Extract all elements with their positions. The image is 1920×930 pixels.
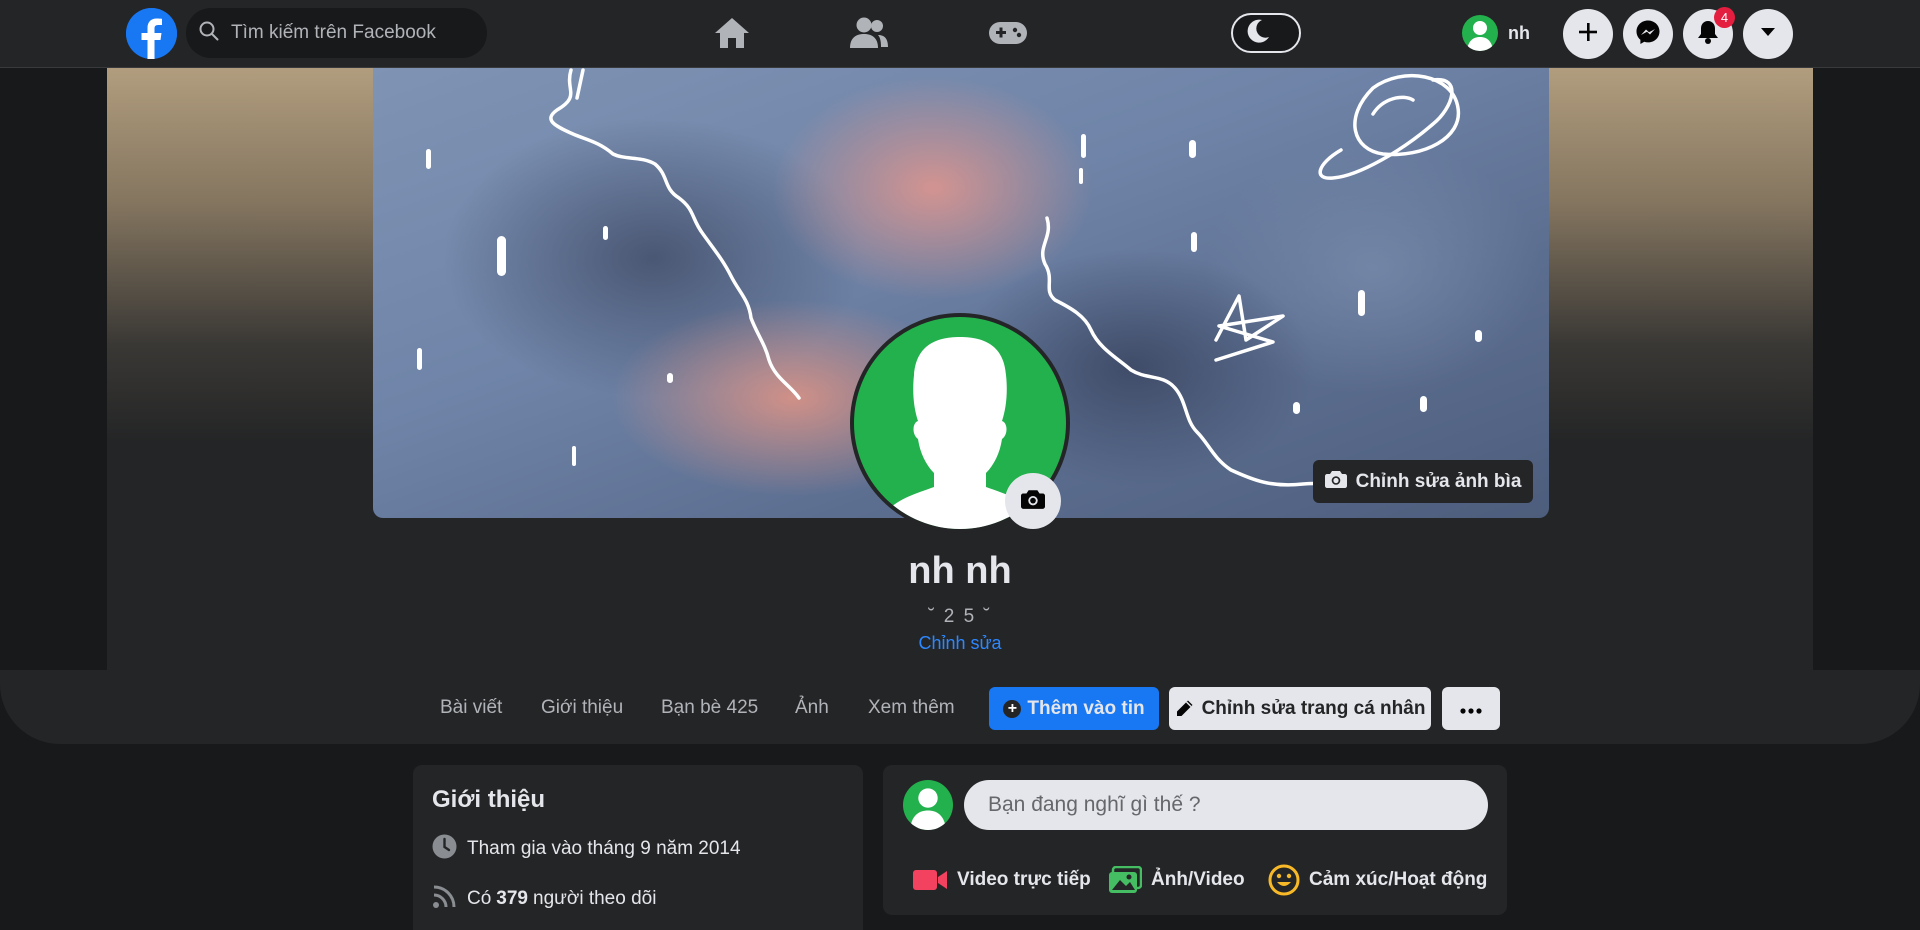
notification-badge: 4 xyxy=(1714,7,1735,28)
top-navigation-bar: nh 4 xyxy=(0,0,1920,68)
edit-cover-photo-label: Chỉnh sửa ảnh bìa xyxy=(1355,470,1522,492)
profile-shortcut-name: nh xyxy=(1508,22,1530,43)
post-composer-input[interactable] xyxy=(964,780,1488,830)
intro-followers-row[interactable]: Có 379 người theo dõi xyxy=(432,885,656,913)
camera-icon xyxy=(1324,470,1356,494)
clock-icon xyxy=(432,834,467,865)
add-to-story-button[interactable]: + Thêm vào tin xyxy=(989,687,1159,730)
followers-suffix: người theo dõi xyxy=(533,888,657,909)
update-profile-picture-button[interactable] xyxy=(1005,473,1061,529)
notifications-button[interactable]: 4 xyxy=(1683,7,1735,59)
pencil-icon xyxy=(1175,699,1194,718)
profile-shortcut[interactable]: nh xyxy=(1462,13,1530,53)
intro-title: Giới thiệu xyxy=(432,786,546,813)
camera-icon xyxy=(1021,489,1045,514)
messenger-button[interactable] xyxy=(1623,9,1673,59)
video-camera-icon xyxy=(912,867,957,893)
add-to-story-label: Thêm vào tin xyxy=(1027,697,1145,719)
friends-icon[interactable] xyxy=(847,12,891,54)
caret-down-icon xyxy=(1759,25,1777,43)
rss-icon xyxy=(432,884,467,915)
edit-bio-link[interactable]: Chỉnh sửa xyxy=(760,633,1160,654)
intro-joined-row: Tham gia vào tháng 9 năm 2014 xyxy=(432,834,741,865)
dark-mode-toggle[interactable] xyxy=(1231,13,1301,53)
followers-count: 379 xyxy=(496,888,528,909)
tab-about[interactable]: Giới thiệu xyxy=(541,697,623,719)
intro-joined-text: Tham gia vào tháng 9 năm 2014 xyxy=(467,838,741,859)
more-dots-icon xyxy=(1460,698,1482,720)
avatar[interactable] xyxy=(903,780,953,830)
profile-name: nh nh xyxy=(908,550,1012,592)
create-button[interactable] xyxy=(1563,9,1613,59)
more-options-button[interactable] xyxy=(1442,687,1500,730)
tab-posts[interactable]: Bài viết xyxy=(440,697,502,719)
profile-tab-bar xyxy=(0,670,1920,744)
smiley-icon xyxy=(1268,864,1309,896)
tab-photos[interactable]: Ảnh xyxy=(795,697,829,719)
photo-gallery-icon xyxy=(1108,866,1151,894)
avatar xyxy=(1462,15,1498,51)
facebook-logo-icon[interactable] xyxy=(126,8,177,59)
plus-circle-icon: + xyxy=(1003,699,1022,718)
messenger-icon xyxy=(1635,19,1661,50)
feeling-activity-button[interactable]: Cảm xúc/Hoạt động xyxy=(1268,862,1487,898)
tab-friends[interactable]: Bạn bè 425 xyxy=(661,697,758,719)
search-input[interactable] xyxy=(231,22,481,44)
live-video-label: Video trực tiếp xyxy=(957,869,1091,890)
followers-prefix: Có xyxy=(467,888,492,909)
photo-video-button[interactable]: Ảnh/Video xyxy=(1108,862,1245,898)
gaming-icon[interactable] xyxy=(986,12,1030,54)
photo-video-label: Ảnh/Video xyxy=(1151,869,1245,890)
edit-cover-photo-button[interactable]: Chỉnh sửa ảnh bìa xyxy=(1313,460,1533,503)
search-icon xyxy=(199,21,219,46)
edit-profile-label: Chỉnh sửa trang cá nhân xyxy=(1201,697,1426,719)
profile-bio: ˘ 2 5 ˘ xyxy=(928,606,992,627)
moon-icon xyxy=(1245,18,1271,49)
home-icon[interactable] xyxy=(710,12,754,54)
tab-more[interactable]: Xem thêm xyxy=(868,697,955,719)
account-menu-button[interactable] xyxy=(1743,9,1793,59)
plus-icon xyxy=(1577,21,1599,48)
live-video-button[interactable]: Video trực tiếp xyxy=(912,862,1091,898)
search-box[interactable] xyxy=(186,8,487,58)
edit-profile-button[interactable]: Chỉnh sửa trang cá nhân xyxy=(1169,687,1431,730)
feeling-activity-label: Cảm xúc/Hoạt động xyxy=(1309,869,1488,890)
